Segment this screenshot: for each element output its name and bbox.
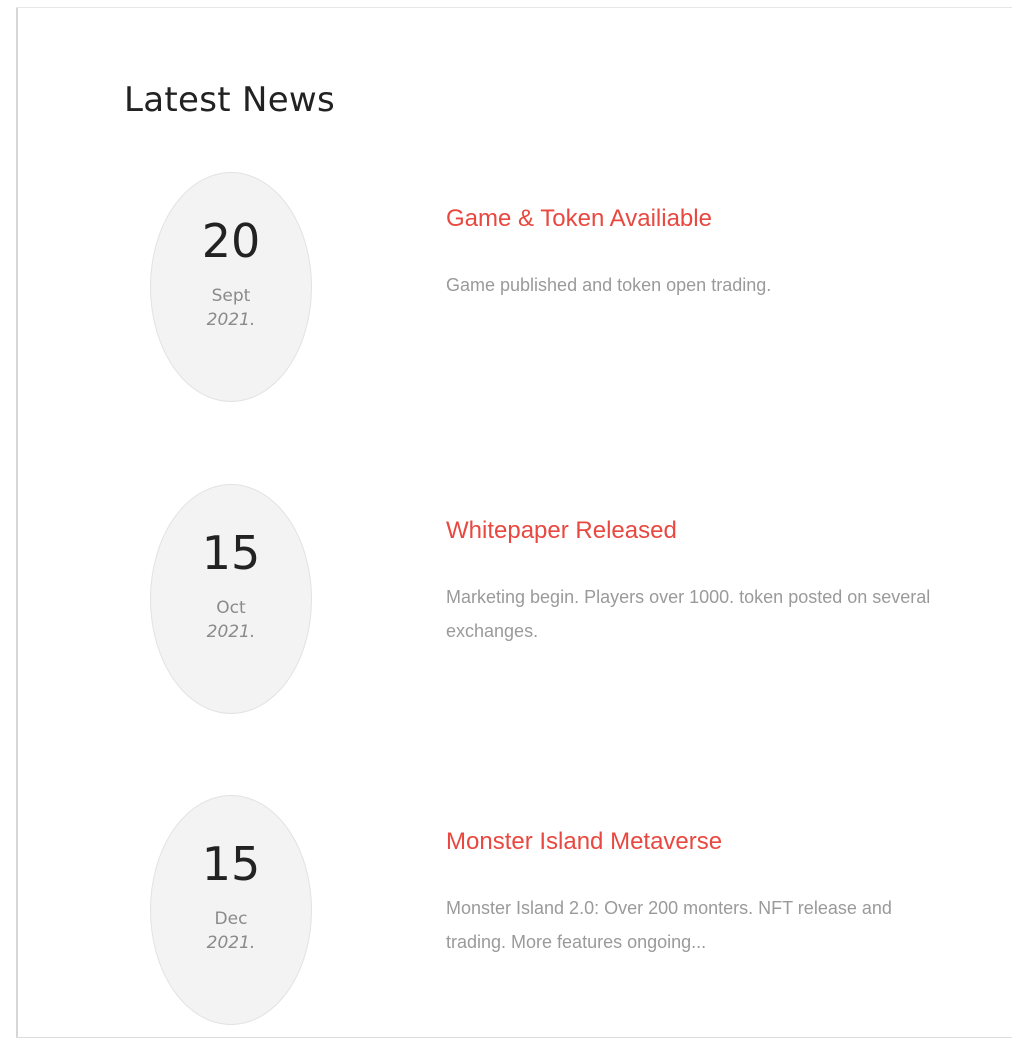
news-item: 15 Dec 2021. Monster Island Metaverse Mo… bbox=[0, 795, 1012, 1035]
news-description: Monster Island 2.0: Over 200 monters. NF… bbox=[446, 898, 892, 952]
date-badge: 15 Oct 2021. bbox=[150, 484, 312, 714]
date-year: 2021. bbox=[206, 933, 256, 953]
news-description: Game published and token open trading. bbox=[446, 275, 772, 295]
section-title: Latest News bbox=[124, 80, 336, 120]
news-description: Marketing begin. Players over 1000. toke… bbox=[446, 587, 931, 641]
frame-top-border bbox=[16, 7, 1012, 8]
date-badge: 20 Sept 2021. bbox=[150, 172, 312, 402]
date-day: 20 bbox=[201, 214, 261, 268]
date-year: 2021. bbox=[206, 622, 256, 642]
latest-news-section: Latest News 20 Sept 2021. Game & Token A… bbox=[0, 0, 1012, 1043]
date-month: Dec bbox=[214, 909, 248, 929]
news-item: 20 Sept 2021. Game & Token Availiable Ga… bbox=[0, 172, 1012, 412]
date-day: 15 bbox=[201, 526, 261, 580]
date-month: Sept bbox=[211, 286, 251, 306]
news-title-link[interactable]: Game & Token Availiable bbox=[446, 204, 712, 234]
date-day: 15 bbox=[201, 837, 261, 891]
news-title-link[interactable]: Monster Island Metaverse bbox=[446, 827, 722, 857]
date-year: 2021. bbox=[206, 310, 256, 330]
date-badge: 15 Dec 2021. bbox=[150, 795, 312, 1025]
news-item: 15 Oct 2021. Whitepaper Released Marketi… bbox=[0, 484, 1012, 724]
news-title-link[interactable]: Whitepaper Released bbox=[446, 516, 677, 546]
date-month: Oct bbox=[216, 598, 246, 618]
frame-bottom-border bbox=[16, 1037, 1012, 1038]
